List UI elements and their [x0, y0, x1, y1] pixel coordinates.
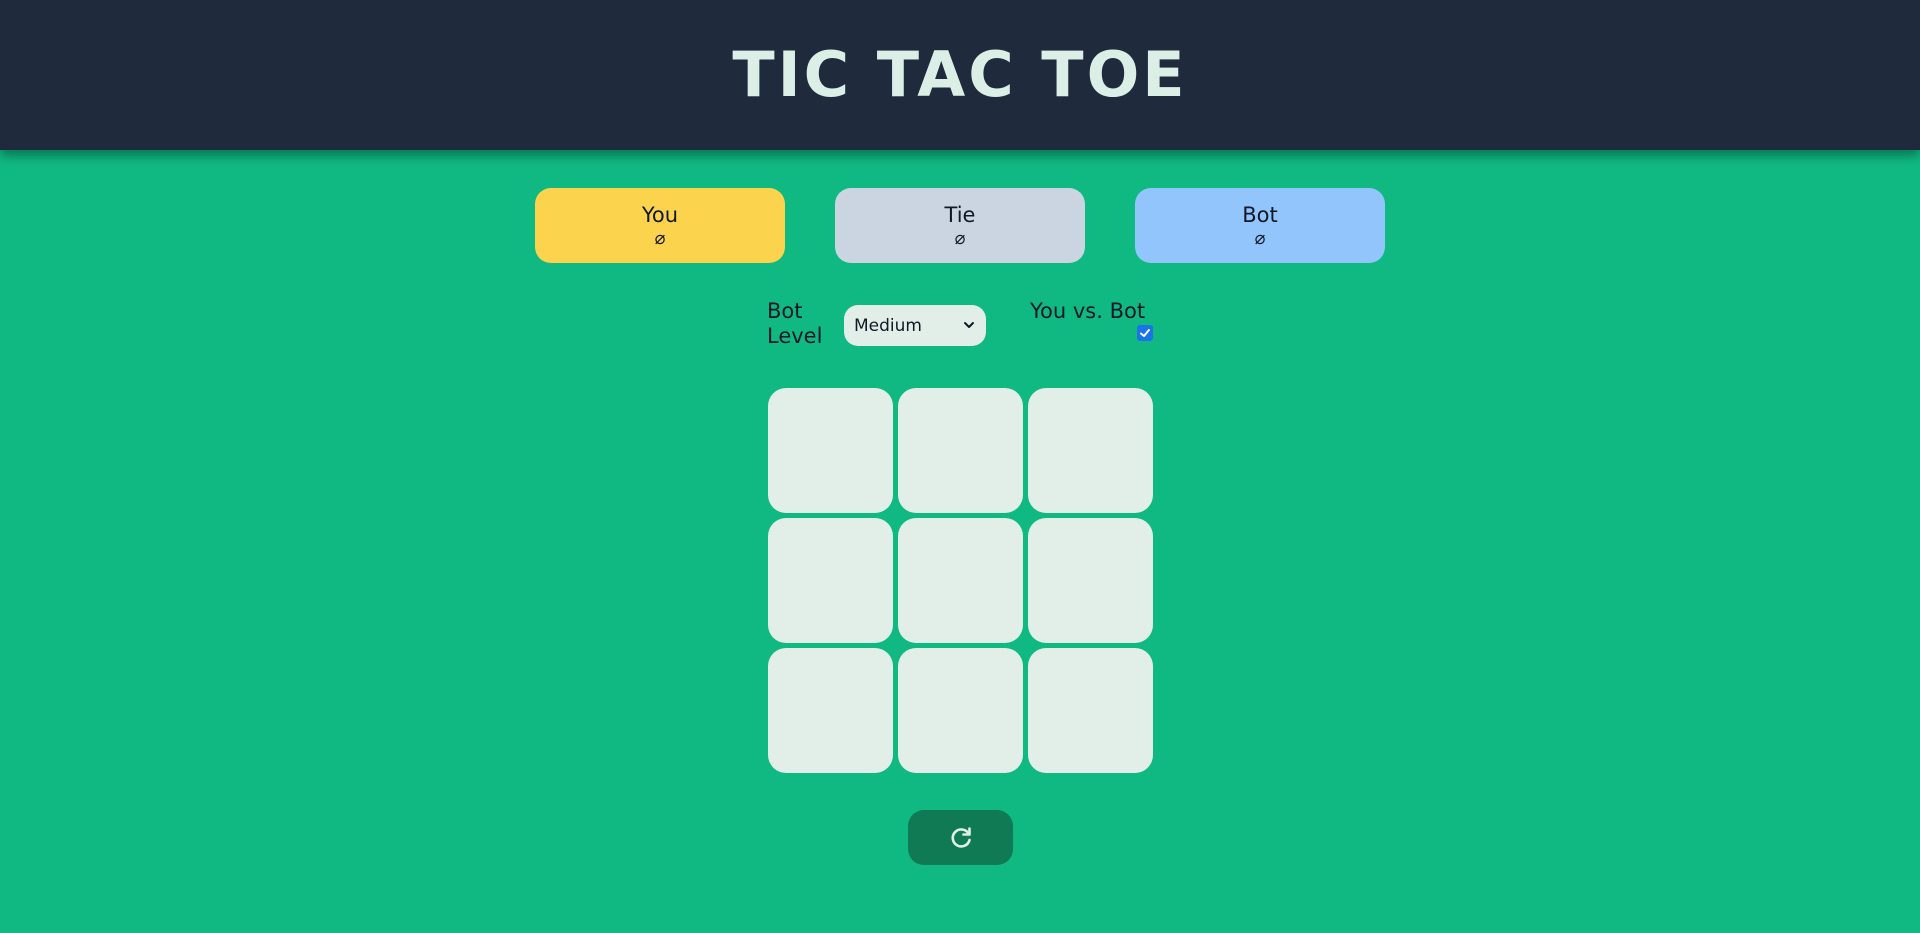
board-cell-3[interactable]	[1028, 388, 1153, 513]
score-card-you: You ⌀	[535, 188, 785, 263]
score-card-bot: Bot ⌀	[1135, 188, 1385, 263]
reset-button[interactable]	[908, 810, 1013, 865]
chevron-down-icon	[962, 318, 976, 332]
bot-level-label: Bot Level	[767, 299, 837, 349]
page-title: TIC TAC TOE	[732, 38, 1187, 111]
vs-bot-label: You vs. Bot	[1030, 299, 1145, 324]
checkmark-icon	[1139, 327, 1151, 339]
board-cell-4[interactable]	[768, 518, 893, 643]
board-cell-1[interactable]	[768, 388, 893, 513]
score-value-you: ⌀	[655, 228, 666, 250]
board-cell-6[interactable]	[1028, 518, 1153, 643]
refresh-icon	[948, 825, 974, 851]
score-label-bot: Bot	[1242, 202, 1278, 228]
board-cell-2[interactable]	[898, 388, 1023, 513]
board-cell-7[interactable]	[768, 648, 893, 773]
bot-level-select[interactable]: Medium	[844, 305, 986, 346]
board-cell-8[interactable]	[898, 648, 1023, 773]
score-label-you: You	[642, 202, 678, 228]
vs-bot-checkbox[interactable]	[1137, 325, 1153, 341]
header-bar: TIC TAC TOE	[0, 0, 1920, 150]
board-cell-5[interactable]	[898, 518, 1023, 643]
score-card-tie: Tie ⌀	[835, 188, 1085, 263]
score-value-tie: ⌀	[955, 228, 966, 250]
game-board	[768, 388, 1153, 773]
bot-level-selected-value: Medium	[854, 316, 922, 336]
board-cell-9[interactable]	[1028, 648, 1153, 773]
score-label-tie: Tie	[945, 202, 976, 228]
score-value-bot: ⌀	[1255, 228, 1266, 250]
